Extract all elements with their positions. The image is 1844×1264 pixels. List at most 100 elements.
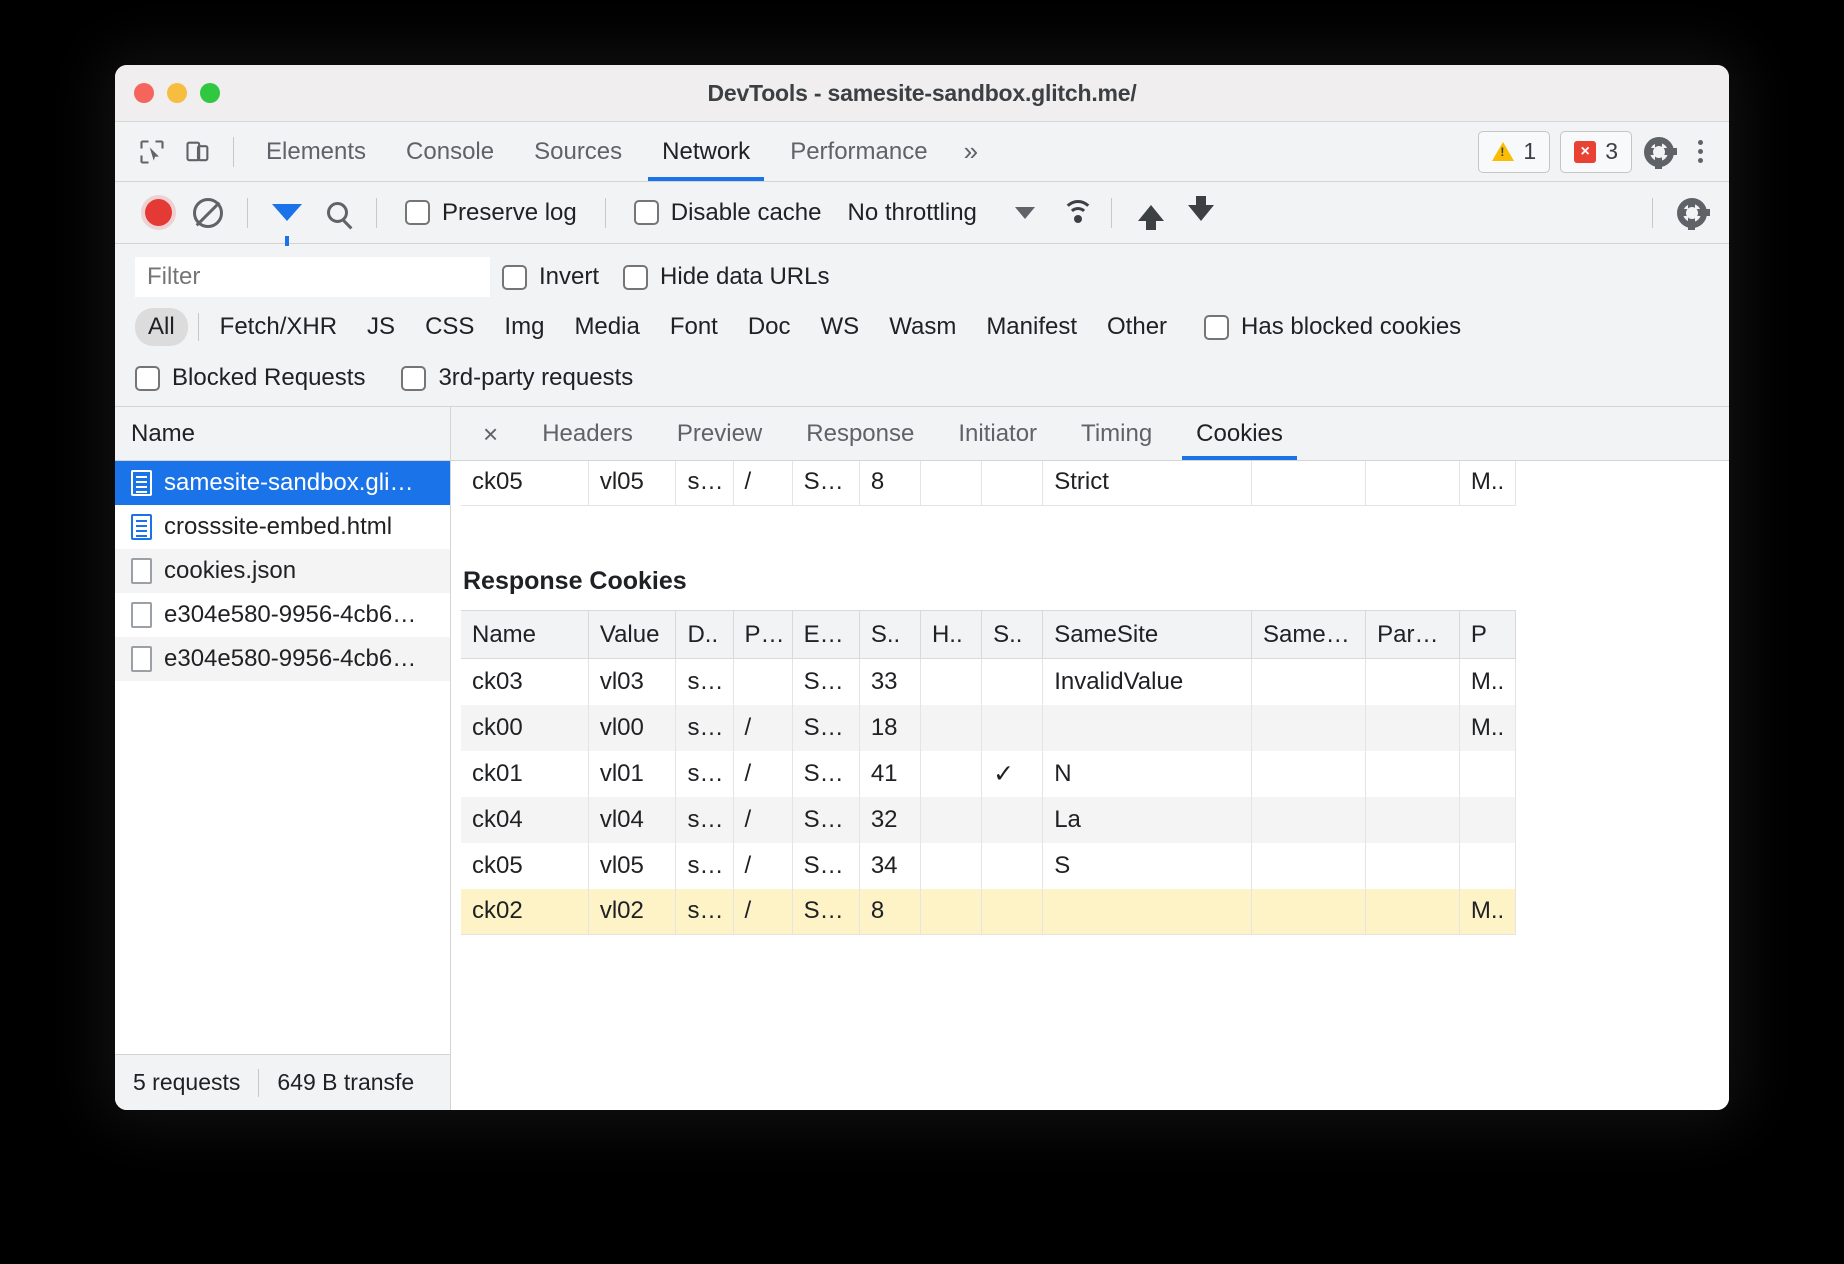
tab-timing[interactable]: Timing (1059, 407, 1174, 460)
response-cookies-table: Name Value D.. P… E… S.. H.. S.. SameSit… (461, 610, 1516, 935)
tab-initiator[interactable]: Initiator (936, 407, 1059, 460)
filter-type-js[interactable]: JS (354, 308, 408, 346)
third-party-requests-checkbox[interactable]: 3rd-party requests (401, 364, 645, 392)
list-item[interactable]: samesite-sandbox.gli… (115, 461, 450, 505)
cookie-sameparty (1252, 843, 1366, 889)
inspect-element-icon[interactable] (129, 130, 175, 174)
filter-type-manifest[interactable]: Manifest (973, 308, 1090, 346)
filter-type-other[interactable]: Other (1094, 308, 1180, 346)
cookie-samesite (1043, 889, 1252, 935)
throttling-select[interactable]: No throttling (837, 199, 976, 227)
column-header-value[interactable]: Value (588, 611, 676, 659)
tab-network[interactable]: Network (642, 122, 770, 181)
list-item[interactable]: cookies.json (115, 549, 450, 593)
device-toolbar-icon[interactable] (175, 130, 221, 174)
toolbar-divider (1111, 198, 1112, 228)
toolbar-divider (376, 198, 377, 228)
table-row[interactable]: ck05 vl05 s… / S… 34 S (461, 843, 1516, 889)
tab-headers[interactable]: Headers (520, 407, 655, 460)
toolbar-divider (247, 198, 248, 228)
table-row[interactable]: ck04 vl04 s… / S… 32 La (461, 797, 1516, 843)
filter-type-font[interactable]: Font (657, 308, 731, 346)
record-button[interactable] (135, 191, 181, 235)
column-header-httponly[interactable]: H.. (920, 611, 981, 659)
tab-response[interactable]: Response (784, 407, 936, 460)
blocked-requests-checkbox[interactable]: Blocked Requests (135, 364, 377, 392)
document-icon (131, 470, 152, 496)
cookie-value: vl05 (588, 461, 676, 505)
toolbar-divider (605, 198, 606, 228)
table-row[interactable]: ck02 vl02 s… / S… 8 M.. (461, 889, 1516, 935)
list-item[interactable]: e304e580-9956-4cb6… (115, 593, 450, 637)
filter-type-fetch-xhr[interactable]: Fetch/XHR (207, 308, 350, 346)
toolbar-divider (1652, 198, 1653, 228)
cookie-path: / (733, 797, 792, 843)
table-row[interactable]: ck00 vl00 s… / S… 18 M.. (461, 705, 1516, 751)
cookie-secure (982, 705, 1043, 751)
tab-sources[interactable]: Sources (514, 122, 642, 181)
filter-type-all[interactable]: All (135, 308, 188, 346)
column-header-expires[interactable]: E… (792, 611, 859, 659)
warning-count-label: 1 (1523, 138, 1536, 165)
column-header-partitionkey[interactable]: Par… (1366, 611, 1460, 659)
filter-funnel-icon[interactable] (264, 191, 310, 235)
has-blocked-cookies-checkbox[interactable]: Has blocked cookies (1184, 313, 1473, 341)
filter-input[interactable] (135, 257, 490, 297)
tab-elements[interactable]: Elements (246, 122, 386, 181)
export-har-icon[interactable] (1178, 191, 1224, 235)
hide-data-urls-checkbox[interactable]: Hide data URLs (611, 263, 841, 291)
column-header-samesite[interactable]: SameSite (1043, 611, 1252, 659)
disable-cache-checkbox[interactable]: Disable cache (622, 199, 834, 227)
search-icon[interactable] (314, 191, 360, 235)
cookie-domain: s… (676, 797, 733, 843)
devtools-window: DevTools - samesite-sandbox.glitch.me/ E… (115, 65, 1729, 1110)
list-item[interactable]: crosssite-embed.html (115, 505, 450, 549)
filter-type-wasm[interactable]: Wasm (876, 308, 969, 346)
network-filter-bar: Invert Hide data URLs All Fetch/XHR JS C… (115, 244, 1729, 406)
tab-cookies[interactable]: Cookies (1174, 407, 1305, 460)
cookie-partitionkey (1366, 659, 1460, 705)
table-row[interactable]: ck05 vl05 s… / S… 8 Strict (461, 461, 1516, 505)
tab-performance[interactable]: Performance (770, 122, 947, 181)
chevron-down-icon[interactable] (1015, 207, 1035, 219)
preserve-log-checkbox[interactable]: Preserve log (393, 199, 589, 227)
column-header-size[interactable]: S.. (859, 611, 920, 659)
close-detail-icon[interactable]: × (461, 421, 520, 447)
checkbox-box (135, 366, 160, 391)
more-options-icon[interactable] (1686, 140, 1715, 163)
cookie-domain: s… (676, 843, 733, 889)
filter-type-doc[interactable]: Doc (735, 308, 804, 346)
column-header-sameparty[interactable]: Same… (1252, 611, 1366, 659)
warning-count-button[interactable]: 1 (1478, 131, 1550, 173)
clear-network-log-icon[interactable] (185, 191, 231, 235)
network-conditions-icon[interactable] (1061, 200, 1095, 226)
cookie-httponly (920, 659, 981, 705)
panel-tabs: Elements Console Sources Network Perform… (246, 122, 991, 181)
column-header-secure[interactable]: S.. (982, 611, 1043, 659)
cookie-httponly (920, 705, 981, 751)
error-count-button[interactable]: × 3 (1560, 131, 1632, 173)
settings-gear-icon[interactable] (1642, 135, 1676, 169)
checkbox-box (405, 200, 430, 225)
filter-type-css[interactable]: CSS (412, 308, 487, 346)
filter-type-ws[interactable]: WS (808, 308, 873, 346)
filter-type-media[interactable]: Media (561, 308, 652, 346)
filter-type-img[interactable]: Img (491, 308, 557, 346)
detail-tabbar: × Headers Preview Response Initiator Tim… (451, 407, 1729, 461)
column-header-path[interactable]: P… (733, 611, 792, 659)
document-icon (131, 514, 152, 540)
network-settings-gear-icon[interactable] (1675, 196, 1709, 230)
table-row[interactable]: ck01 vl01 s… / S… 41 ✓ N (461, 751, 1516, 797)
tab-console[interactable]: Console (386, 122, 514, 181)
import-har-icon[interactable] (1128, 191, 1174, 235)
list-item[interactable]: e304e580-9956-4cb6… (115, 637, 450, 681)
column-header-priority[interactable]: P (1459, 611, 1515, 659)
cookie-domain: s… (676, 705, 733, 751)
column-header-domain[interactable]: D.. (676, 611, 733, 659)
more-tabs-icon[interactable]: » (948, 136, 991, 167)
tab-preview[interactable]: Preview (655, 407, 784, 460)
column-header-name[interactable]: Name (461, 611, 588, 659)
cookie-value: vl05 (588, 843, 676, 889)
invert-checkbox[interactable]: Invert (490, 263, 611, 291)
table-row[interactable]: ck03 vl03 s… S… 33 InvalidValue M.. (461, 659, 1516, 705)
